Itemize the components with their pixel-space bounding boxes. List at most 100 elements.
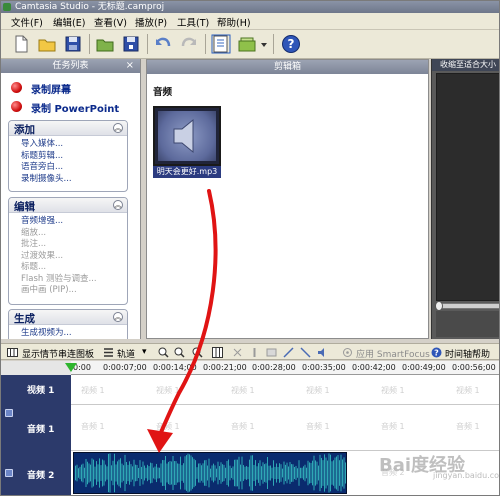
waveform-bar	[234, 459, 235, 487]
seek-knob[interactable]	[435, 301, 443, 311]
preview-zoom-label[interactable]: 收缩至适合大小	[432, 59, 499, 71]
video1-track[interactable]: 视频 1 视频 1 视频 1 视频 1 视频 1 视频 1	[71, 375, 499, 405]
waveform-bar	[145, 467, 147, 479]
flash-quiz-link[interactable]: Flash 测验与调查...	[9, 274, 127, 286]
waveform-bar	[196, 467, 198, 479]
record-camera-link[interactable]: 录制摄像头...	[9, 174, 127, 186]
waveform-bar	[276, 463, 277, 483]
new-file-icon[interactable]	[11, 34, 31, 54]
clip-bin-header: 剪辑箱	[147, 60, 428, 74]
add-group-title: 添加	[14, 124, 35, 136]
chevron-down-icon[interactable]: ▾	[142, 347, 147, 357]
waveform-bar	[229, 465, 231, 481]
waveform-bar	[280, 464, 282, 482]
tick-label: 0:00:14;00	[153, 363, 197, 372]
waveform-bar	[121, 463, 123, 483]
produce-group-header[interactable]: 生成 ︽	[9, 310, 127, 325]
record-screen-link[interactable]: 录制屏幕	[1, 77, 140, 96]
audio-clip-name[interactable]: 明天会更好.mp3	[153, 166, 221, 178]
audio-enhance-link[interactable]: 音频增强...	[9, 216, 127, 228]
redo-icon[interactable]	[179, 34, 199, 54]
audio-clip-thumbnail[interactable]	[153, 106, 221, 166]
waveform-bar	[162, 460, 163, 486]
menu-help[interactable]: 帮助(H)	[217, 15, 251, 29]
voice-narration-link[interactable]: 语音旁白...	[9, 162, 127, 174]
waveform-bar	[88, 463, 90, 483]
import-media-link[interactable]: 导入媒体...	[9, 139, 127, 151]
waveform-bar	[210, 468, 211, 478]
waveform-bar	[97, 464, 99, 482]
fade-out-icon[interactable]	[300, 347, 311, 358]
close-icon[interactable]: ×	[126, 59, 134, 73]
clip-bin-icon[interactable]	[237, 34, 257, 54]
waveform-bar	[286, 462, 288, 484]
zoom-out-icon[interactable]	[174, 347, 185, 358]
waveform-bar	[79, 466, 81, 480]
callouts-link[interactable]: 批注...	[9, 239, 127, 251]
add-group: 添加 ︽ 导入媒体... 标题剪辑... 语音旁白... 录制摄像头...	[8, 120, 128, 192]
waveform-bar	[192, 457, 193, 489]
menu-tools[interactable]: 工具(T)	[177, 15, 209, 29]
apply-smartfocus-button[interactable]: 应用 SmartFocus	[356, 347, 430, 360]
playhead-marker[interactable]	[65, 363, 77, 372]
zoom-fit-icon[interactable]	[192, 347, 203, 358]
fade-in-icon[interactable]	[283, 347, 294, 358]
open-folder-icon[interactable]	[37, 34, 57, 54]
waveform-bar	[214, 465, 216, 481]
menu-edit[interactable]: 编辑(E)	[53, 15, 85, 29]
edit-group-title: 编辑	[14, 201, 35, 213]
waveform-bar	[114, 453, 115, 493]
zoom-in-icon[interactable]	[158, 347, 169, 358]
edit-group: 编辑 ︽ 音频增强... 缩放... 批注... 过渡效果... 标题... F…	[8, 197, 128, 305]
waveform-bar	[129, 461, 130, 485]
save-icon[interactable]	[63, 34, 83, 54]
waveform-bar	[244, 466, 246, 480]
undo-icon[interactable]	[153, 34, 173, 54]
audio-clip-on-timeline[interactable]	[73, 452, 347, 494]
dropdown-arrow-icon[interactable]	[259, 34, 269, 54]
waveform	[75, 453, 346, 493]
add-group-header[interactable]: 添加 ︽	[9, 121, 127, 136]
lock-icon[interactable]	[5, 469, 13, 477]
waveform-bar	[337, 455, 339, 491]
volume-icon[interactable]	[317, 347, 328, 358]
waveform-bar	[91, 458, 93, 488]
title-clip-link[interactable]: 标题剪辑...	[9, 151, 127, 163]
collapse-icon[interactable]: ︽	[113, 312, 123, 322]
columns-icon[interactable]	[212, 347, 223, 358]
cut-icon[interactable]	[232, 347, 243, 358]
timeline-help-button[interactable]: 时间轴帮助	[445, 347, 490, 360]
titles-link[interactable]: 标题...	[9, 262, 127, 274]
waveform-bar	[109, 453, 111, 493]
storyboard-button[interactable]: 显示情节串连图板	[22, 347, 94, 360]
produce-video-link[interactable]: 生成视频为...	[9, 328, 127, 339]
preview-seek-slider[interactable]	[435, 301, 499, 311]
zoom-link[interactable]: 缩放...	[9, 228, 127, 240]
menu-file[interactable]: 文件(F)	[11, 15, 43, 29]
collapse-icon[interactable]: ︽	[113, 123, 123, 133]
save-project-icon[interactable]	[121, 34, 141, 54]
waveform-bar	[255, 460, 256, 486]
import-media-icon[interactable]	[95, 34, 115, 54]
menu-play[interactable]: 播放(P)	[135, 15, 167, 29]
menu-bar: 文件(F) 编辑(E) 查看(V) 播放(P) 工具(T) 帮助(H)	[1, 13, 499, 30]
waveform-bar	[294, 467, 295, 479]
lock-icon[interactable]	[5, 409, 13, 417]
edit-group-header[interactable]: 编辑 ︽	[9, 198, 127, 213]
tracks-button[interactable]: 轨道	[117, 347, 135, 360]
menu-view[interactable]: 查看(V)	[94, 15, 127, 29]
audio1-track[interactable]: 音频 1 音频 1 音频 1 音频 1 音频 1 音频 1	[71, 405, 499, 451]
task-list-icon[interactable]	[211, 34, 231, 54]
split-icon[interactable]	[249, 347, 260, 358]
title-bar: Camtasia Studio - 无标题.camproj	[1, 1, 499, 13]
pip-link[interactable]: 画中画 (PIP)...	[9, 285, 127, 297]
waveform-bar	[147, 464, 148, 482]
waveform-bar	[190, 455, 192, 491]
transitions-link[interactable]: 过渡效果...	[9, 251, 127, 263]
extend-frame-icon[interactable]	[266, 347, 277, 358]
record-ppt-link[interactable]: 录制 PowerPoint	[1, 96, 140, 115]
help-icon[interactable]: ?	[281, 34, 301, 54]
collapse-icon[interactable]: ︽	[113, 200, 123, 210]
waveform-bar	[85, 458, 87, 488]
waveform-bar	[334, 457, 336, 489]
